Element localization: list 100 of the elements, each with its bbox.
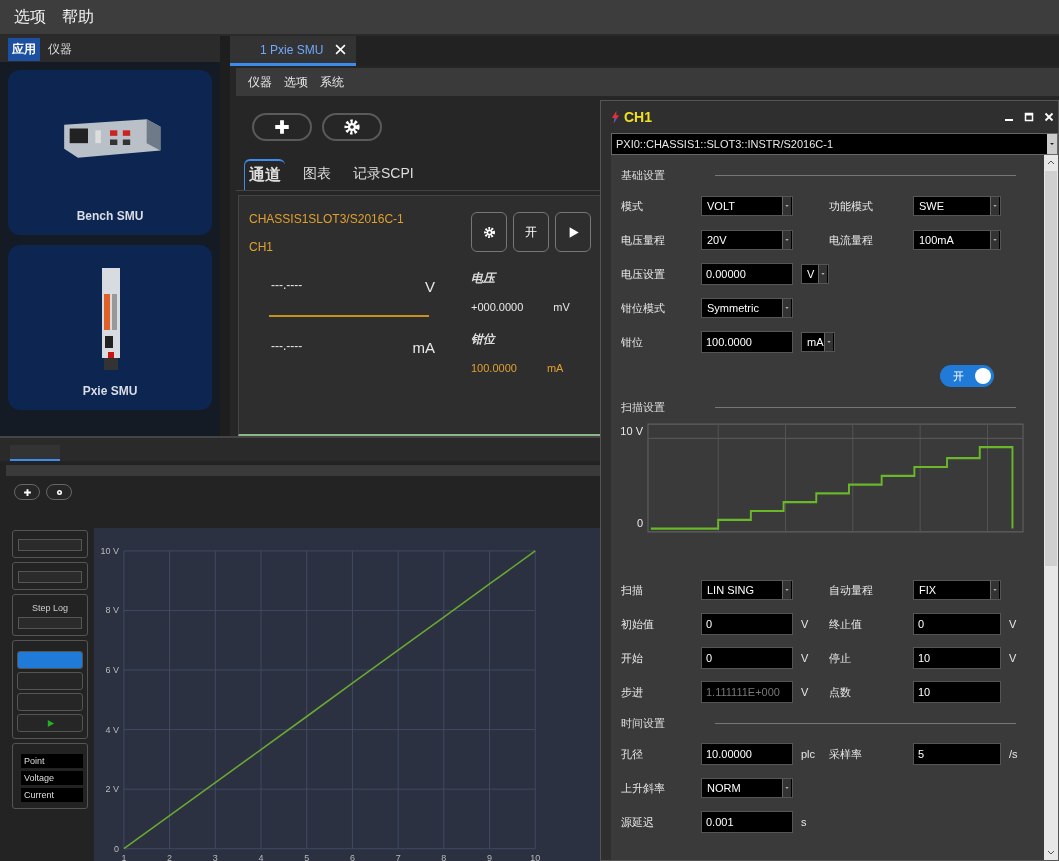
tick-label: 6 [349,853,355,861]
settings-button[interactable] [471,212,507,252]
run-button[interactable] [555,212,591,252]
panel-tab[interactable]: 应用 [8,37,40,61]
axis-dropdown[interactable]: Point [21,754,83,769]
field-label: 源延迟 [621,814,655,830]
plus-icon [22,487,32,497]
unit-label: plc [801,748,816,760]
window-title: CH1 [624,109,652,125]
menu-item[interactable]: 选项 [284,73,308,91]
device-card[interactable]: Pxie SMU [8,245,212,410]
tick-label: 4 V [105,724,119,735]
dropdown[interactable]: Symmetric [701,298,793,318]
caret-icon [818,265,827,283]
voltage-unit: mV [553,301,570,313]
add-button[interactable] [252,113,312,141]
gear-icon [54,487,64,497]
number-field[interactable] [18,571,82,584]
unit-dropdown[interactable]: mA [801,332,835,352]
maximize-icon[interactable] [1024,112,1034,122]
close-icon[interactable] [1044,112,1054,122]
field-label: 电流量程 [829,232,874,248]
number-field[interactable] [18,539,82,552]
tick-label: 1 [121,853,127,861]
add-button[interactable] [14,484,40,501]
section-title: 扫描设置 [621,399,665,415]
field-label: 上升斜率 [621,780,666,796]
reading-value: ---.---- [271,278,303,294]
input-field[interactable]: 5 [913,743,1001,765]
dropdown[interactable]: LIN SING [701,580,793,600]
field-label: 开始 [621,650,644,666]
device-address: CHASSIS1SLOT3/S2016C-1 [249,212,405,226]
tick-label: 6 V [105,665,119,676]
section-title: 基础设置 [621,167,665,183]
tick-label: 10 [530,853,541,861]
input-field[interactable]: 0.00000 [701,263,793,285]
dropdown[interactable]: 100mA [913,230,1001,250]
group-title: Step Log [32,603,68,614]
input-field[interactable]: 10 [913,647,1001,669]
tick-label: 0 [113,844,119,855]
caret-icon [990,231,999,249]
toggle-switch[interactable]: 开 [940,365,994,387]
section-title: 时间设置 [621,715,665,731]
view-tab[interactable]: 通道 [244,158,285,190]
input-field[interactable]: 0.001 [701,811,793,833]
tick-label: 5 [304,853,310,861]
field-label: 功能模式 [829,198,874,214]
dropdown[interactable]: NORM [701,778,793,798]
dropdown[interactable]: VOLT [701,196,793,216]
view-tab[interactable]: 图表 [299,161,335,187]
axis-dropdown[interactable]: Current [21,788,83,803]
resource-dropdown[interactable]: PXI0::CHASSIS1::SLOT3::INSTR/S2016C-1 [611,133,1058,155]
menu-item[interactable]: 系统 [320,73,344,91]
tick-label: 2 V [105,784,119,795]
device-card[interactable]: Bench SMU [8,70,212,235]
unit-dropdown[interactable]: V [801,264,829,284]
dropdown[interactable]: SWE [913,196,1001,216]
settings-button[interactable] [322,113,382,141]
menu-item[interactable]: 选项 [14,6,46,28]
document-tab[interactable]: 1 Pxie SMU [230,36,357,66]
menu-item[interactable]: 仪器 [248,73,272,91]
unit-label: V [801,686,809,698]
field-label: 扫描 [621,582,644,598]
unit-label: V [801,618,809,630]
tick-label: 10 V [620,425,643,437]
caret-icon [990,197,999,215]
axis-dropdown[interactable]: Voltage [21,771,83,786]
input-field[interactable]: 0 [701,647,793,669]
gear-icon [482,225,496,239]
field-label: 钳位 [621,334,644,350]
voltage-label: 电压 [471,270,498,287]
unit-label: V [1009,618,1017,630]
unit-label: s [801,816,807,828]
reading-unit: V [425,278,435,295]
field-label: 终止值 [829,616,863,632]
panel-tab[interactable]: 仪器 [44,37,76,61]
output-button[interactable]: 开 [513,212,549,252]
number-field[interactable] [18,617,82,630]
caret-icon [782,197,791,215]
input-field[interactable]: 10.00000 [701,743,793,765]
document-tab[interactable] [10,444,60,461]
input-field[interactable]: 100.0000 [701,331,793,353]
unit-label: V [801,652,809,664]
input-field[interactable]: 10 [913,681,1001,703]
scrollbar[interactable] [1044,155,1058,860]
menu-item[interactable]: 帮助 [62,6,94,28]
close-icon[interactable] [335,44,347,55]
dropdown[interactable]: 20V [701,230,793,250]
input-field[interactable]: 0 [701,613,793,635]
channel-name: CH1 [249,240,274,254]
field-label: 电压设置 [621,266,666,282]
device-name: Bench SMU [76,209,144,223]
caret-icon [1047,134,1057,154]
settings-button[interactable] [46,484,72,501]
caret-icon [782,779,791,797]
input-field[interactable]: 0 [913,613,1001,635]
caret-icon [782,581,791,599]
view-tab[interactable]: 记录SCPI [349,161,418,187]
field-label: 采样率 [829,746,863,762]
dropdown[interactable]: FIX [913,580,1001,600]
